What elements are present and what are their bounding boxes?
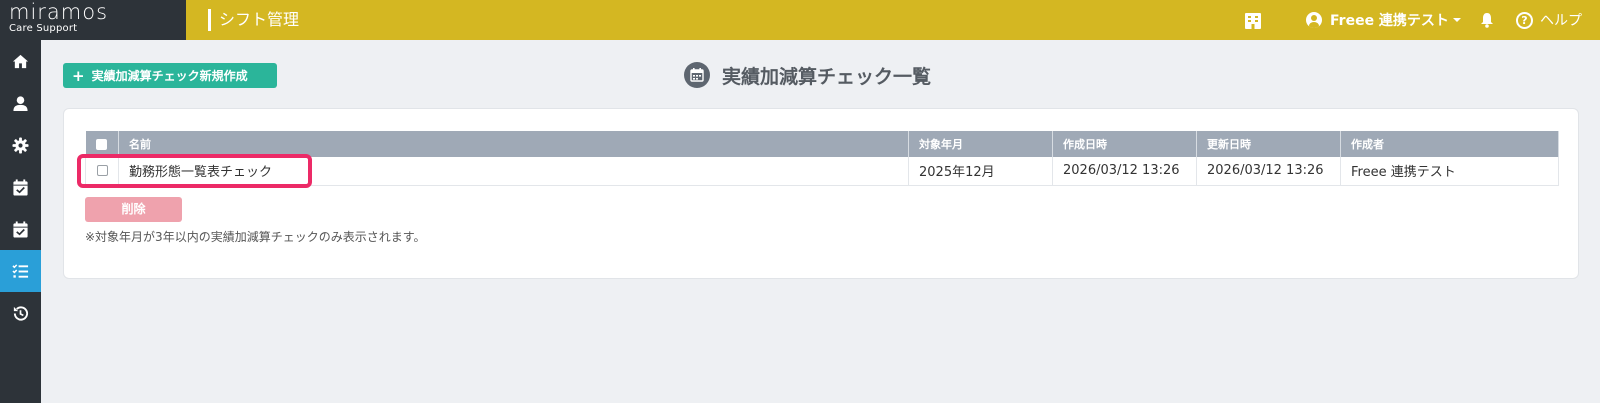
page-title: 実績加減算チェック一覧 xyxy=(684,60,931,90)
row-target-month: 2025年12月 xyxy=(908,157,1053,186)
sidebar-item-calendar-1[interactable] xyxy=(0,166,41,208)
building-icon xyxy=(1245,12,1261,29)
row-creator: Freee 連携テスト xyxy=(1340,157,1559,186)
sidebar-item-settings[interactable] xyxy=(0,124,41,166)
history-icon xyxy=(13,305,29,321)
calendar-icon xyxy=(684,62,710,88)
sidebar xyxy=(0,40,41,403)
row-updated-at: 2026/03/12 13:26 xyxy=(1196,157,1341,186)
home-icon xyxy=(12,54,29,68)
help-link[interactable]: ? ヘルプ xyxy=(1516,0,1582,40)
retention-note: ※対象年月が3年以内の実績加減算チェックのみ表示されます。 xyxy=(85,230,426,244)
calendar-check-icon xyxy=(13,220,28,238)
sidebar-item-home[interactable] xyxy=(0,40,41,82)
brand-subtitle: Care Support xyxy=(9,23,78,34)
gear-icon xyxy=(12,136,29,154)
notification-button[interactable] xyxy=(1480,0,1494,40)
top-bar: miramos Care Support シフト管理 Freee 連携テスト ?… xyxy=(0,0,1600,40)
header-created-at[interactable]: 作成日時 xyxy=(1052,131,1197,157)
header-updated-at[interactable]: 更新日時 xyxy=(1196,131,1341,157)
create-new-button[interactable]: + 実績加減算チェック新規作成 xyxy=(63,63,277,88)
brand-logo[interactable]: miramos Care Support xyxy=(0,0,186,40)
header-target-month[interactable]: 対象年月 xyxy=(908,131,1053,157)
list-card: 名前 対象年月 作成日時 更新日時 作成者 勤務形態一覧表チェック 2025年1… xyxy=(63,108,1579,279)
help-icon: ? xyxy=(1516,11,1533,29)
page-title-text: 実績加減算チェック一覧 xyxy=(722,65,932,88)
delete-button[interactable]: 削除 xyxy=(85,197,182,222)
help-label: ヘルプ xyxy=(1540,13,1582,29)
user-name: Freee 連携テスト xyxy=(1330,13,1449,29)
row-created-at: 2026/03/12 13:26 xyxy=(1052,157,1197,186)
app-title: シフト管理 xyxy=(208,9,299,31)
highlight-box xyxy=(77,154,312,188)
header-creator[interactable]: 作成者 xyxy=(1340,131,1559,157)
create-new-label: 実績加減算チェック新規作成 xyxy=(91,69,248,83)
caret-down-icon xyxy=(1452,18,1461,22)
checklist-icon xyxy=(12,263,29,278)
organization-icon[interactable] xyxy=(1244,0,1262,40)
sidebar-item-calendar-2[interactable] xyxy=(0,208,41,250)
user-menu[interactable]: Freee 連携テスト xyxy=(1306,0,1461,40)
user-circle-icon xyxy=(1306,12,1322,28)
sidebar-item-user[interactable] xyxy=(0,82,41,124)
sidebar-item-checklist[interactable] xyxy=(0,250,41,292)
plus-icon: + xyxy=(72,66,85,85)
bell-icon xyxy=(1481,13,1493,28)
brand-name: miramos xyxy=(9,0,109,24)
sidebar-item-history[interactable] xyxy=(0,292,41,334)
user-icon xyxy=(13,95,28,111)
calendar-check-icon xyxy=(13,178,28,196)
select-all-checkbox[interactable] xyxy=(96,139,108,150)
